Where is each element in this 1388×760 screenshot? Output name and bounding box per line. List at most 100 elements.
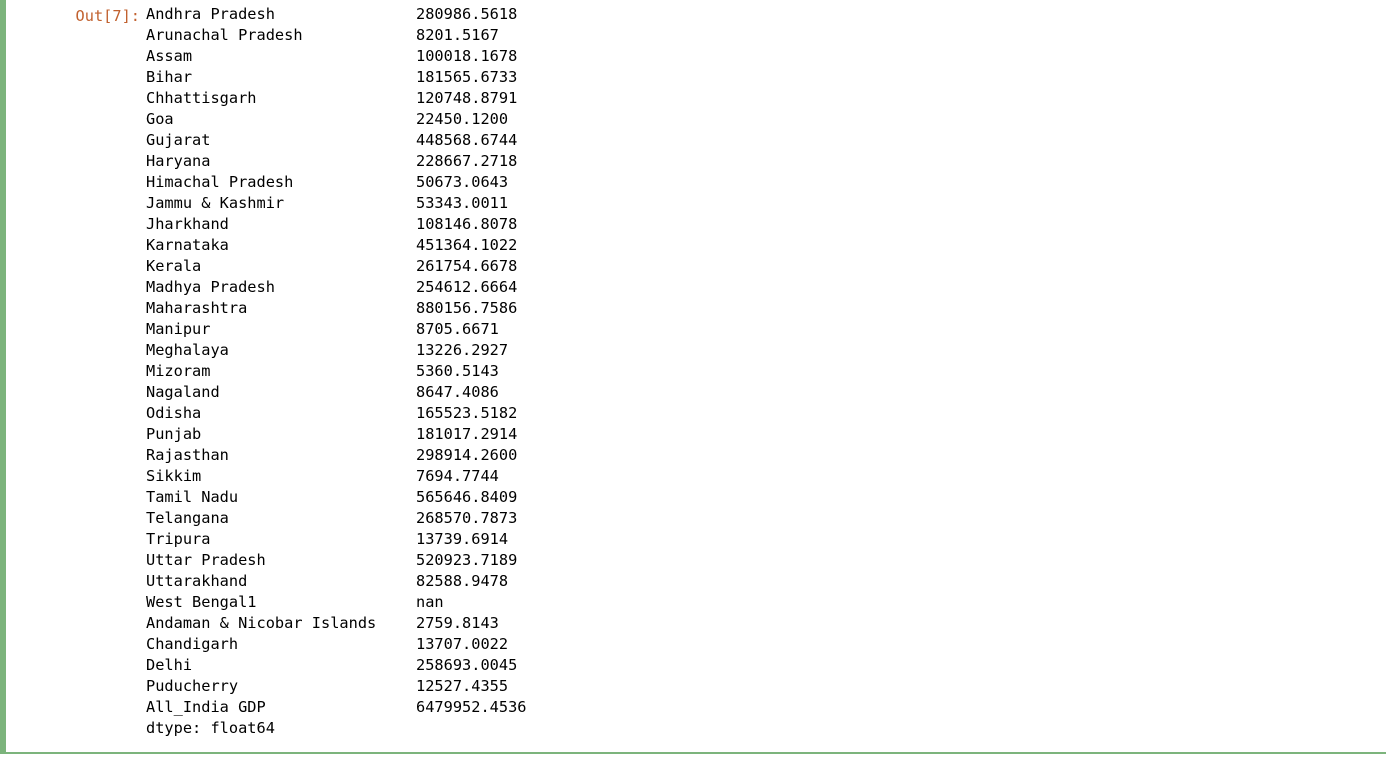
row-label: Jharkhand bbox=[146, 215, 229, 233]
row-value: 298914.2600 bbox=[416, 446, 518, 464]
series-row: Kerala 261754.6678 bbox=[146, 256, 1386, 277]
row-label: Kerala bbox=[146, 257, 202, 275]
row-label: Tamil Nadu bbox=[146, 488, 239, 506]
row-value: 13226.2927 bbox=[416, 341, 509, 359]
row-value: 254612.6664 bbox=[416, 278, 518, 296]
row-value: 261754.6678 bbox=[416, 257, 518, 275]
series-row: Bihar 181565.6733 bbox=[146, 67, 1386, 88]
output-prompt: Out[7]: bbox=[75, 7, 140, 25]
row-label: Meghalaya bbox=[146, 341, 229, 359]
row-value: 181017.2914 bbox=[416, 425, 518, 443]
series-row: Andhra Pradesh 280986.5618 bbox=[146, 4, 1386, 25]
row-value: 448568.6744 bbox=[416, 131, 518, 149]
series-row: All_India GDP 6479952.4536 bbox=[146, 697, 1386, 718]
series-row: Chhattisgarh 120748.8791 bbox=[146, 88, 1386, 109]
series-row: Rajasthan 298914.2600 bbox=[146, 445, 1386, 466]
series-row: Odisha 165523.5182 bbox=[146, 403, 1386, 424]
series-row: Madhya Pradesh 254612.6664 bbox=[146, 277, 1386, 298]
row-value: 2759.8143 bbox=[416, 614, 499, 632]
row-value: 880156.7586 bbox=[416, 299, 518, 317]
row-value: 5360.5143 bbox=[416, 362, 499, 380]
row-label: All_India GDP bbox=[146, 698, 266, 716]
row-label: Rajasthan bbox=[146, 446, 229, 464]
row-label: Andaman & Nicobar Islands bbox=[146, 614, 377, 632]
series-output: Andhra Pradesh 280986.5618 Arunachal Prad… bbox=[146, 4, 1386, 739]
row-value: 13707.0022 bbox=[416, 635, 509, 653]
row-value: 12527.4355 bbox=[416, 677, 509, 695]
row-value: 120748.8791 bbox=[416, 89, 518, 107]
series-row: Haryana 228667.2718 bbox=[146, 151, 1386, 172]
series-row: Jammu & Kashmir 53343.0011 bbox=[146, 193, 1386, 214]
row-label: Puducherry bbox=[146, 677, 239, 695]
row-label: Goa bbox=[146, 110, 174, 128]
series-row: Himachal Pradesh 50673.0643 bbox=[146, 172, 1386, 193]
row-value: 565646.8409 bbox=[416, 488, 518, 506]
row-label: Maharashtra bbox=[146, 299, 248, 317]
row-value: 6479952.4536 bbox=[416, 698, 527, 716]
series-row: Mizoram 5360.5143 bbox=[146, 361, 1386, 382]
row-label: Telangana bbox=[146, 509, 229, 527]
output-cell[interactable]: Out[7]: Andhra Pradesh 280986.5618 Arunac… bbox=[0, 0, 1386, 754]
series-row: Assam 100018.1678 bbox=[146, 46, 1386, 67]
row-label: Assam bbox=[146, 47, 193, 65]
series-row: Maharashtra 880156.7586 bbox=[146, 298, 1386, 319]
row-label: Delhi bbox=[146, 656, 193, 674]
row-value: 22450.1200 bbox=[416, 110, 509, 128]
series-row: West Bengal1 nan bbox=[146, 592, 1386, 613]
row-value: 50673.0643 bbox=[416, 173, 509, 191]
row-value: 13739.6914 bbox=[416, 530, 509, 548]
row-value: 8647.4086 bbox=[416, 383, 499, 401]
row-label: Jammu & Kashmir bbox=[146, 194, 285, 212]
row-value: 280986.5618 bbox=[416, 5, 518, 23]
row-label: Bihar bbox=[146, 68, 193, 86]
row-label: Odisha bbox=[146, 404, 202, 422]
row-value: 82588.9478 bbox=[416, 572, 509, 590]
row-value: 451364.1022 bbox=[416, 236, 518, 254]
series-row: Uttarakhand 82588.9478 bbox=[146, 571, 1386, 592]
row-value: 53343.0011 bbox=[416, 194, 509, 212]
series-row: Meghalaya 13226.2927 bbox=[146, 340, 1386, 361]
series-row: Gujarat 448568.6744 bbox=[146, 130, 1386, 151]
row-label: Karnataka bbox=[146, 236, 229, 254]
row-value: 181565.6733 bbox=[416, 68, 518, 86]
series-row: Punjab 181017.2914 bbox=[146, 424, 1386, 445]
row-label: Haryana bbox=[146, 152, 211, 170]
row-value: 520923.7189 bbox=[416, 551, 518, 569]
series-row: Delhi 258693.0045 bbox=[146, 655, 1386, 676]
series-row: Sikkim 7694.7744 bbox=[146, 466, 1386, 487]
row-label: Uttar Pradesh bbox=[146, 551, 266, 569]
row-label: Punjab bbox=[146, 425, 202, 443]
series-row: Karnataka 451364.1022 bbox=[146, 235, 1386, 256]
row-label: Uttarakhand bbox=[146, 572, 248, 590]
series-row: Nagaland 8647.4086 bbox=[146, 382, 1386, 403]
row-value: 108146.8078 bbox=[416, 215, 518, 233]
dtype-label: dtype: float64 bbox=[146, 719, 275, 737]
row-label: Chandigarh bbox=[146, 635, 239, 653]
row-label: Chhattisgarh bbox=[146, 89, 257, 107]
row-value: 258693.0045 bbox=[416, 656, 518, 674]
series-row: Uttar Pradesh 520923.7189 bbox=[146, 550, 1386, 571]
row-value: 165523.5182 bbox=[416, 404, 518, 422]
series-row: Arunachal Pradesh 8201.5167 bbox=[146, 25, 1386, 46]
series-row: Puducherry 12527.4355 bbox=[146, 676, 1386, 697]
row-label: Arunachal Pradesh bbox=[146, 26, 303, 44]
series-row: Tripura 13739.6914 bbox=[146, 529, 1386, 550]
row-label: Sikkim bbox=[146, 467, 202, 485]
row-label: Manipur bbox=[146, 320, 211, 338]
row-label: Mizoram bbox=[146, 362, 211, 380]
row-value: 7694.7744 bbox=[416, 467, 499, 485]
row-value: 100018.1678 bbox=[416, 47, 518, 65]
series-row: Andaman & Nicobar Islands 2759.8143 bbox=[146, 613, 1386, 634]
row-value: 8705.6671 bbox=[416, 320, 499, 338]
row-label: Gujarat bbox=[146, 131, 211, 149]
row-value: nan bbox=[416, 593, 444, 611]
series-row: Goa 22450.1200 bbox=[146, 109, 1386, 130]
row-label: West Bengal1 bbox=[146, 593, 257, 611]
row-value: 268570.7873 bbox=[416, 509, 518, 527]
row-label: Madhya Pradesh bbox=[146, 278, 275, 296]
series-row: Telangana 268570.7873 bbox=[146, 508, 1386, 529]
row-label: Himachal Pradesh bbox=[146, 173, 294, 191]
row-label: Tripura bbox=[146, 530, 211, 548]
series-row: Jharkhand 108146.8078 bbox=[146, 214, 1386, 235]
row-label: Andhra Pradesh bbox=[146, 5, 275, 23]
